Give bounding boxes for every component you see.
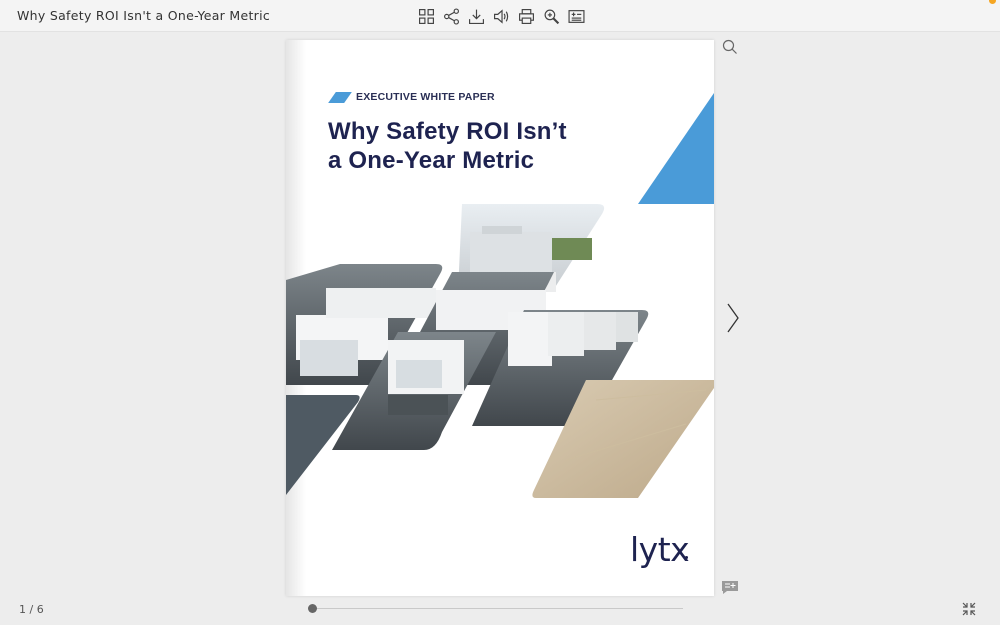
- search-icon: [722, 39, 737, 54]
- exit-fullscreen-button[interactable]: [962, 602, 976, 616]
- share-icon: [443, 7, 459, 25]
- eyebrow-mark: [328, 91, 352, 103]
- search-button[interactable]: [722, 39, 738, 55]
- comment-icon: [722, 581, 738, 594]
- notes-icon: [567, 9, 585, 23]
- chevron-right-icon: [727, 303, 739, 333]
- page-indicator: 1 / 6: [19, 603, 44, 616]
- next-page-button[interactable]: [725, 302, 741, 334]
- lytx-logo-dot: [685, 556, 688, 559]
- share-button[interactable]: [441, 6, 461, 26]
- sound-button[interactable]: [491, 6, 511, 26]
- print-button[interactable]: [516, 6, 536, 26]
- page-slider-track[interactable]: [313, 608, 683, 609]
- document-page[interactable]: EXECUTIVE WHITE PAPER Why Safety ROI Isn…: [286, 40, 714, 596]
- eyebrow-label: EXECUTIVE WHITE PAPER: [356, 91, 495, 103]
- page-slider-thumb[interactable]: [308, 604, 317, 613]
- comment-button[interactable]: [721, 580, 739, 595]
- eyebrow: EXECUTIVE WHITE PAPER: [328, 91, 495, 103]
- zoom-icon: [544, 9, 559, 24]
- thumbnails-button[interactable]: [416, 6, 436, 26]
- toolbar-buttons: [416, 6, 591, 26]
- cover-title: Why Safety ROI Isn’t a One-Year Metric: [328, 117, 628, 175]
- print-icon: [518, 8, 534, 24]
- top-toolbar: Why Safety ROI Isn't a One-Year Metric: [0, 0, 1000, 32]
- cover-title-line-1: Why Safety ROI Isn’t: [328, 118, 567, 145]
- zoom-button[interactable]: [541, 6, 561, 26]
- download-icon: [468, 9, 484, 24]
- accent-triangle: [638, 93, 714, 204]
- document-title: Why Safety ROI Isn't a One-Year Metric: [17, 8, 271, 23]
- lytx-logo: lytx: [630, 530, 690, 569]
- download-button[interactable]: [466, 6, 486, 26]
- notes-button[interactable]: [566, 6, 586, 26]
- grid-icon: [418, 8, 434, 24]
- cover-title-line-2: a One-Year Metric: [328, 147, 535, 174]
- collapse-icon: [962, 602, 976, 616]
- sound-icon: [493, 8, 508, 24]
